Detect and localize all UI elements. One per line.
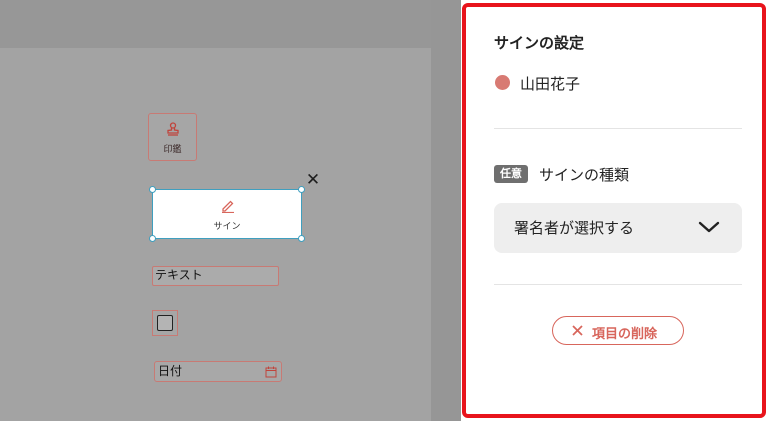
document-canvas[interactable]: 印鑑 サイン ✕ テキスト 日付 bbox=[0, 0, 461, 421]
chevron-down-icon bbox=[698, 221, 720, 233]
panel-title: サインの設定 bbox=[494, 34, 585, 52]
canvas-scroll-gutter bbox=[431, 0, 461, 421]
close-icon bbox=[572, 325, 583, 336]
remove-field-icon[interactable]: ✕ bbox=[303, 170, 323, 190]
stamp-field-label: 印鑑 bbox=[163, 145, 182, 155]
checkbox-field[interactable] bbox=[152, 310, 178, 336]
sign-type-select[interactable]: 署名者が選択する bbox=[494, 203, 742, 253]
sign-type-select-value: 署名者が選択する bbox=[514, 219, 635, 237]
optional-badge: 任意 bbox=[494, 165, 528, 183]
signature-settings-panel: サインの設定 山田花子 任意 サインの種類 署名者が選択する 項目の削除 bbox=[462, 3, 766, 418]
resize-handle-bottom-right[interactable] bbox=[298, 235, 305, 242]
divider bbox=[494, 284, 742, 285]
sign-type-label: サインの種類 bbox=[539, 166, 630, 184]
delete-field-button[interactable]: 項目の削除 bbox=[552, 316, 684, 345]
calendar-icon bbox=[265, 366, 277, 378]
divider bbox=[494, 128, 742, 129]
signature-field[interactable]: サイン bbox=[152, 189, 302, 239]
checkbox[interactable] bbox=[157, 315, 173, 331]
resize-handle-bottom-left[interactable] bbox=[149, 235, 156, 242]
pen-icon bbox=[222, 200, 234, 213]
signer-name: 山田花子 bbox=[520, 75, 581, 93]
delete-field-label: 項目の削除 bbox=[592, 327, 658, 342]
signer-color-dot bbox=[495, 75, 510, 90]
resize-handle-top-left[interactable] bbox=[149, 186, 156, 193]
date-field-label: 日付 bbox=[158, 364, 183, 378]
date-field[interactable]: 日付 bbox=[154, 361, 282, 382]
text-field[interactable]: テキスト bbox=[152, 266, 279, 286]
canvas-toolbar-area bbox=[0, 0, 461, 48]
signature-field-label: サイン bbox=[213, 222, 241, 232]
stamp-field[interactable]: 印鑑 bbox=[148, 113, 197, 161]
stamp-icon bbox=[167, 122, 179, 136]
